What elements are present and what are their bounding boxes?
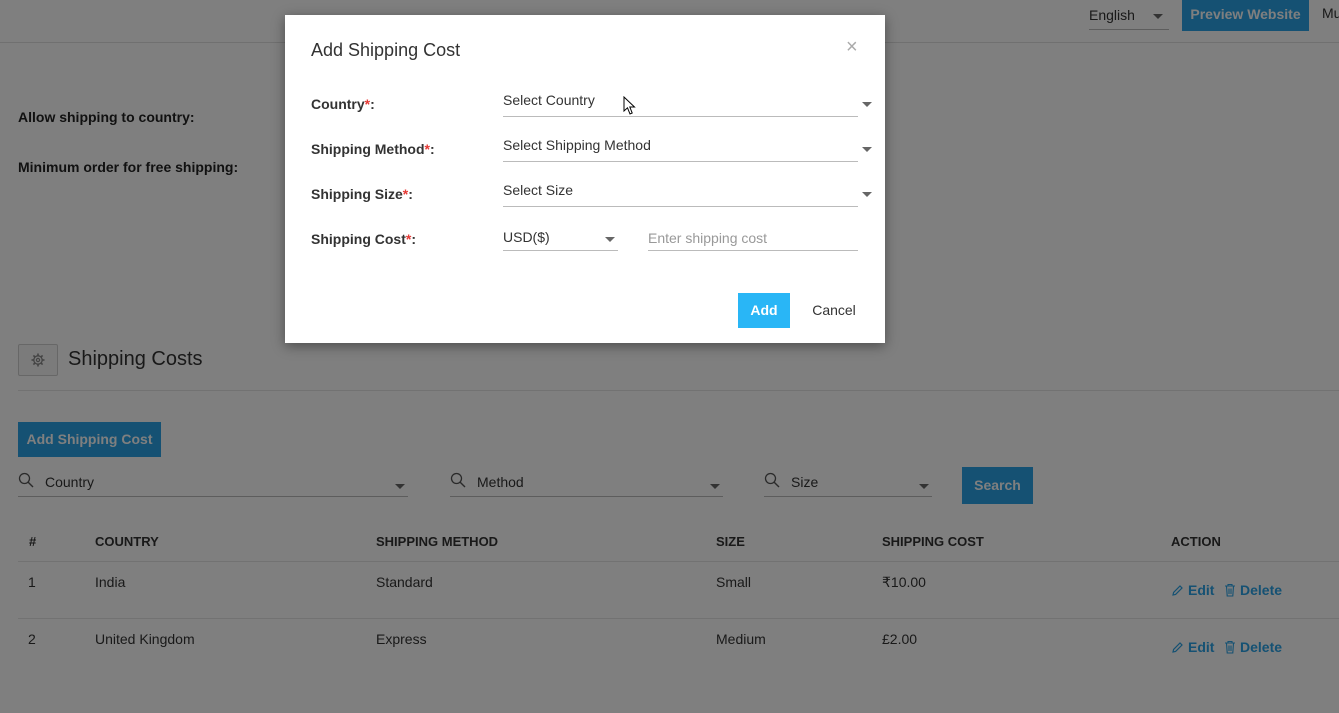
shipping-cost-label: Shipping Cost*: (311, 231, 417, 247)
modal-title: Add Shipping Cost (311, 40, 461, 60)
country-select-value: Select Country (503, 92, 595, 108)
shipping-size-label: Shipping Size*: (311, 186, 413, 202)
currency-select[interactable]: USD($) (503, 222, 618, 251)
add-shipping-cost-modal: Add Shipping Cost × Country*: Select Cou… (285, 15, 885, 343)
shipping-method-label: Shipping Method*: (311, 141, 435, 157)
chevron-down-icon (605, 237, 615, 242)
chevron-down-icon[interactable] (862, 192, 872, 197)
shipping-method-select[interactable]: Select Shipping Method (503, 134, 858, 162)
add-button[interactable]: Add (738, 293, 790, 328)
country-label: Country*: (311, 96, 375, 112)
country-select[interactable]: Select Country (503, 89, 858, 117)
close-icon[interactable]: × (846, 37, 858, 57)
shipping-size-select[interactable]: Select Size (503, 179, 858, 207)
chevron-down-icon[interactable] (862, 102, 872, 107)
cancel-button[interactable]: Cancel (805, 293, 863, 328)
shipping-size-select-value: Select Size (503, 182, 574, 198)
mouse-cursor-icon (623, 96, 636, 115)
shipping-method-select-value: Select Shipping Method (503, 137, 651, 153)
currency-select-value: USD($) (503, 229, 550, 245)
chevron-down-icon[interactable] (862, 147, 872, 152)
shipping-cost-input[interactable] (648, 221, 858, 251)
